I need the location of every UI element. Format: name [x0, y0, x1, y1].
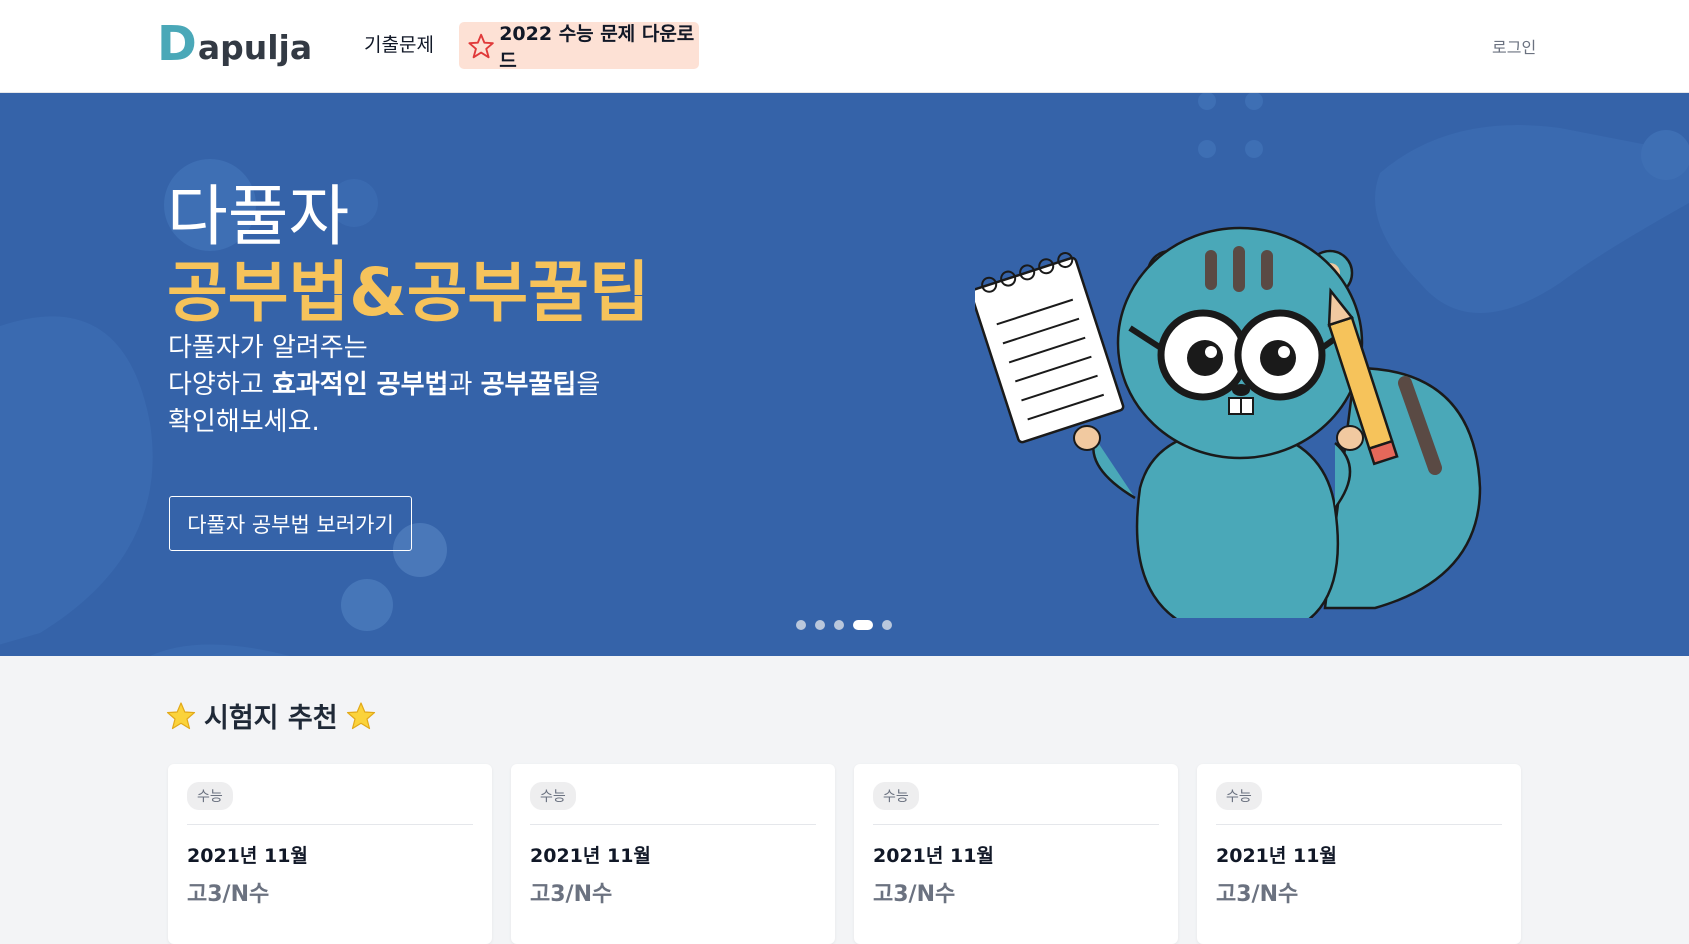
top-header: D apulja 기출문제 2022 수능 문제 다운로드 로그인	[0, 0, 1689, 93]
star-icon	[166, 701, 196, 729]
exam-card[interactable]: 수능 2021년 11월 고3/N수	[168, 764, 492, 944]
nav-past-exams[interactable]: 기출문제	[364, 30, 434, 57]
exam-type-badge: 수능	[873, 782, 919, 810]
star-outline-icon	[468, 33, 494, 58]
logo-d: D	[157, 16, 197, 72]
exam-grade: 고3/N수	[1216, 882, 1299, 907]
carousel-dot[interactable]	[882, 620, 892, 630]
hero-desc-line3: 확인해보세요.	[168, 407, 320, 437]
carousel-dot[interactable]	[853, 620, 873, 630]
carousel-dot[interactable]	[815, 620, 825, 630]
carousel-pagination	[796, 620, 892, 630]
card-divider	[530, 824, 816, 825]
exam-grade: 고3/N수	[530, 882, 613, 907]
carousel-dot[interactable]	[796, 620, 806, 630]
logo-text: apulja	[197, 28, 313, 67]
hero-banner: 다풀자 공부법&공부꿀팁 다풀자가 알려주는 다양하고 효과적인 공부법과 공부…	[0, 93, 1689, 656]
card-divider	[873, 824, 1159, 825]
login-link[interactable]: 로그인	[1492, 34, 1536, 58]
exam-grade: 고3/N수	[187, 882, 270, 907]
exam-card[interactable]: 수능 2021년 11월 고3/N수	[854, 764, 1178, 944]
nav-download-label: 2022 수능 문제 다운로드	[499, 22, 695, 72]
exam-grade: 고3/N수	[873, 882, 956, 907]
exam-date: 2021년 11월	[530, 845, 651, 867]
view-study-methods-button[interactable]: 다풀자 공부법 보러가기	[169, 496, 412, 551]
hero-description: 다풀자가 알려주는 다양하고 효과적인 공부법과 공부꿀팁을 확인해보세요.	[168, 330, 600, 441]
exam-date: 2021년 11월	[187, 845, 308, 867]
nav-download-2022[interactable]: 2022 수능 문제 다운로드	[459, 22, 699, 72]
carousel-dot[interactable]	[834, 620, 844, 630]
star-icon	[346, 701, 375, 729]
hero-desc-line1: 다풀자가 알려주는	[168, 333, 368, 363]
card-divider	[187, 824, 473, 825]
hero-desc-line2: 다양하고 효과적인 공부법과 공부꿀팁을	[168, 370, 601, 400]
exam-type-badge: 수능	[187, 782, 233, 810]
exam-date: 2021년 11월	[873, 845, 994, 867]
recommend-section-title: 시험지 추천	[166, 696, 376, 735]
exam-card[interactable]: 수능 2021년 11월 고3/N수	[1197, 764, 1521, 944]
exam-type-badge: 수능	[530, 782, 576, 810]
hero-subtitle: 공부법&공부꿀팁	[167, 254, 650, 331]
exam-type-badge: 수능	[1216, 782, 1262, 810]
card-divider	[1216, 824, 1502, 825]
dapulja-logo[interactable]: D apulja	[157, 18, 312, 68]
recommend-title-text: 시험지 추천	[204, 703, 338, 734]
exam-card[interactable]: 수능 2021년 11월 고3/N수	[511, 764, 835, 944]
exam-date: 2021년 11월	[1216, 845, 1337, 867]
exam-card-list: 수능 2021년 11월 고3/N수 수능 2021년 11월 고3/N수 수능…	[168, 764, 1521, 944]
beaver-mascot-illustration	[975, 226, 1482, 618]
